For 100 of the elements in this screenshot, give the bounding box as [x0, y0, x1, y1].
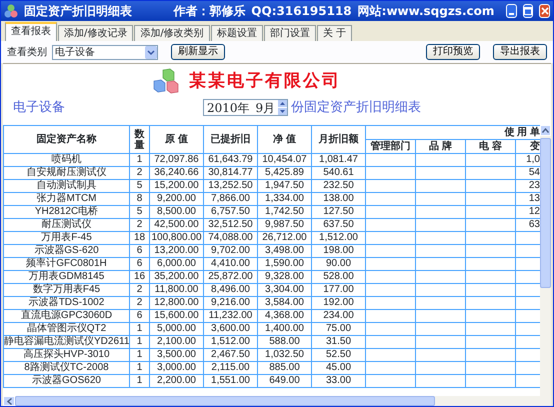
table-cell: 8,496.00: [204, 284, 258, 296]
table-cell: 177.00: [312, 284, 366, 296]
scroll-thumb[interactable]: [15, 396, 435, 406]
table-cell: 万用表GDM8145: [4, 270, 130, 284]
column-header: 已提折旧: [204, 126, 258, 154]
table-cell: 1,512.00: [312, 232, 366, 244]
table-cell: 15,200.00: [150, 180, 204, 192]
scroll-left-icon[interactable]: [3, 396, 15, 406]
table-cell: YH2812C电桥: [4, 206, 130, 218]
vertical-scrollbar[interactable]: [540, 125, 551, 396]
table-cell: 1,512.00: [204, 336, 258, 348]
horizontal-scrollbar[interactable]: [3, 396, 551, 406]
column-header: 固定资产名称: [4, 126, 130, 154]
table-cell: 6: [130, 258, 150, 270]
table-cell: 2: [130, 218, 150, 232]
close-icon: [540, 7, 549, 15]
tab[interactable]: 关 于: [316, 25, 352, 41]
table-cell: 静电容漏电流测试仪YD2611: [4, 336, 130, 348]
table-cell: 72,097.86: [150, 154, 204, 166]
table-cell: 张力器MTCM: [4, 192, 130, 206]
refresh-button[interactable]: 刷新显示: [171, 44, 225, 60]
table-cell: 3,584.00: [258, 296, 312, 310]
table-cell: 74,088.00: [204, 232, 258, 244]
author-text: 作者：郭修乐: [173, 3, 246, 20]
table-cell: 6: [130, 310, 150, 322]
table-cell: 1,400.00: [258, 322, 312, 336]
table-cell: 9,216.00: [204, 296, 258, 310]
table-cell: 自动测试制具: [4, 180, 130, 192]
toolbar-button[interactable]: 导出报表: [493, 44, 547, 60]
toolbar-button[interactable]: 打印预览: [426, 44, 480, 60]
close-button[interactable]: [539, 4, 550, 18]
column-header: 品 牌: [416, 140, 466, 154]
table-cell: 2,100.00: [150, 336, 204, 348]
table-cell: 示波器GS-620: [4, 244, 130, 258]
table-cell: 高压探头HVP-3010: [4, 348, 130, 362]
scroll-up-icon[interactable]: [540, 125, 551, 136]
table-cell: 528.00: [312, 270, 366, 284]
table-cell: 588.00: [258, 336, 312, 348]
table-cell: 1,032.50: [258, 348, 312, 362]
table-cell: 频率计GFC0801H: [4, 258, 130, 270]
table-cell: 30,814.77: [204, 166, 258, 180]
table-cell: 138.00: [312, 192, 366, 206]
tab[interactable]: 添加/修改记录: [58, 25, 134, 41]
website-text: 网站:www.sqgzs.com: [358, 3, 494, 20]
table-cell: 10,454.07: [258, 154, 312, 166]
table-cell: 1,742.50: [258, 206, 312, 218]
company-name: 某某电子有限公司: [189, 70, 341, 94]
table-cell: 25,872.00: [204, 270, 258, 284]
column-header: 管理部门: [366, 140, 416, 154]
table-cell: 36,240.66: [150, 166, 204, 180]
table-cell: 1: [130, 154, 150, 166]
table-cell: 75.00: [312, 322, 366, 336]
table-cell: 9,987.50: [258, 218, 312, 232]
table-cell: 100,800.00: [150, 232, 204, 244]
table-cell: 885.00: [258, 362, 312, 374]
scroll-thumb[interactable]: [540, 138, 551, 288]
table-cell: 234.00: [312, 310, 366, 322]
column-group-header: 使 用 单: [366, 126, 540, 140]
spin-arrows-icon: [278, 100, 288, 116]
table-cell: 18: [130, 232, 150, 244]
tab[interactable]: 添加/修改类别: [134, 25, 210, 41]
table-cell: 2,467.50: [204, 348, 258, 362]
table-cell: 自安规耐压测试仪: [4, 166, 130, 180]
table-cell: 4,368.00: [258, 310, 312, 322]
table-cell: 4,410.00: [204, 258, 258, 270]
table-cell: 耐压测试仪: [4, 218, 130, 232]
table-cell: 3,000.00: [150, 362, 204, 374]
table-cell: 万用表F-45: [4, 232, 130, 244]
tab[interactable]: 标题设置: [210, 25, 263, 41]
table-cell: 1: [130, 374, 150, 388]
app-icon: [4, 4, 18, 18]
table-cell: 5,425.89: [258, 166, 312, 180]
tab[interactable]: 部门设置: [264, 25, 316, 41]
table-cell: 12,800.00: [150, 296, 204, 310]
table-cell: 晶体管图示仪QT2: [4, 322, 130, 336]
table-cell: 15,600.00: [150, 310, 204, 322]
report-category: 电子设备: [13, 99, 66, 117]
table-cell: 5,000.00: [150, 322, 204, 336]
tab[interactable]: 查看报表: [5, 22, 57, 41]
table-cell: 637.50: [312, 218, 366, 232]
table-cell: 35,200.00: [150, 270, 204, 284]
minimize-button[interactable]: [506, 4, 517, 18]
table-cell: 3,500.00: [150, 348, 204, 362]
category-dropdown[interactable]: 电子设备: [52, 44, 158, 60]
table-cell: 3,304.00: [258, 284, 312, 296]
maximize-button[interactable]: [522, 4, 534, 18]
table-cell: 6,000.00: [150, 258, 204, 270]
table-cell: 9,328.00: [258, 270, 312, 284]
column-header: 数量: [130, 126, 150, 154]
month-spinner[interactable]: 2010年 9月: [203, 99, 288, 116]
table-cell: 1,334.00: [258, 192, 312, 206]
table-cell: 13,200.00: [150, 244, 204, 258]
table-cell: 1: [130, 362, 150, 374]
table-cell: 2,115.00: [204, 362, 258, 374]
table-cell: 1: [130, 348, 150, 362]
table-cell: 1,081.47: [312, 154, 366, 166]
category-label: 查看类别: [7, 46, 47, 60]
table-cell: 3,498.00: [258, 244, 312, 258]
table-cell: 540.61: [312, 166, 366, 180]
table-cell: 192.00: [312, 296, 366, 310]
